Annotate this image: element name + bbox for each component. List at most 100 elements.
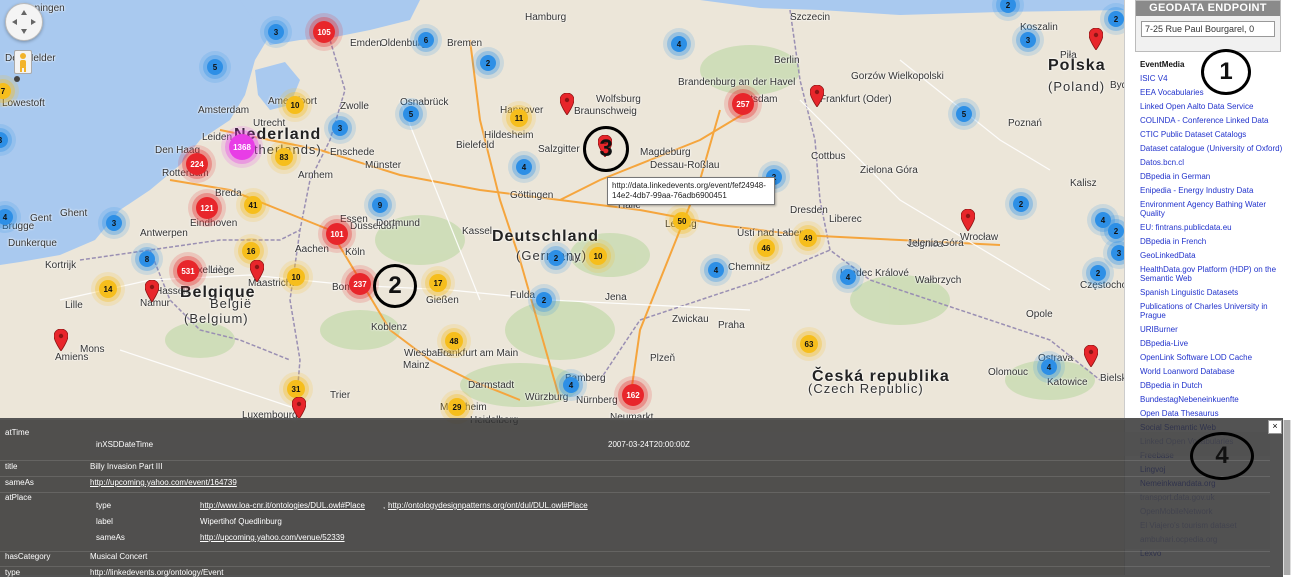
dataset-item[interactable]: EU: fintrans.publicdata.eu <box>1140 223 1290 232</box>
type-key: type <box>5 568 21 577</box>
place-type-link-2[interactable]: http://ontologydesignpatterns.org/ont/du… <box>388 501 588 510</box>
place-type-key: type <box>96 501 112 510</box>
marker-cluster-red[interactable]: 105 <box>313 21 335 43</box>
map-pin-icon[interactable] <box>559 92 575 120</box>
dataset-item[interactable]: Publications of Charles University in Pr… <box>1140 302 1290 320</box>
map-pin-icon[interactable] <box>249 259 265 287</box>
marker-cluster-red[interactable]: 224 <box>186 153 208 175</box>
dataset-item[interactable]: Datos.bcn.cl <box>1140 158 1290 167</box>
marker-cluster-blue[interactable]: 5 <box>207 59 223 75</box>
marker-cluster-yellow[interactable]: 48 <box>445 332 463 350</box>
marker-cluster-red[interactable]: 162 <box>622 384 644 406</box>
map-pin-icon[interactable] <box>144 279 160 307</box>
marker-cluster-blue[interactable]: 3 <box>332 120 348 136</box>
marker-cluster-magenta[interactable]: 1368 <box>229 134 255 160</box>
zoom-handle-icon[interactable] <box>14 76 20 82</box>
sameas-key: sameAs <box>5 478 34 487</box>
hascategory-value: Musical Concert <box>90 552 148 561</box>
marker-cluster-blue[interactable]: 3 <box>1111 245 1124 261</box>
dataset-item[interactable]: HealthData.gov Platform (HDP) on the Sem… <box>1140 265 1290 283</box>
marker-cluster-blue[interactable]: 4 <box>708 262 724 278</box>
marker-cluster-blue[interactable]: 3 <box>106 215 122 231</box>
dataset-item[interactable]: CTIC Public Dataset Catalogs <box>1140 130 1290 139</box>
details-close-button[interactable]: × <box>1268 420 1282 434</box>
marker-cluster-blue[interactable]: 2 <box>1090 265 1106 281</box>
geodata-endpoint-input[interactable] <box>1141 21 1275 37</box>
marker-cluster-yellow[interactable]: 83 <box>275 148 293 166</box>
place-type-link-1[interactable]: http://www.loa-cnr.it/ontologies/DUL.owl… <box>200 501 365 510</box>
dataset-item[interactable]: Enipedia - Energy Industry Data <box>1140 186 1290 195</box>
marker-cluster-yellow[interactable]: 29 <box>448 398 466 416</box>
map-pin-icon[interactable] <box>1083 344 1099 372</box>
map-pin-icon[interactable] <box>809 84 825 112</box>
event-details-panel: atTime inXSDDateTime 2007-03-24T20:00:00… <box>0 418 1283 577</box>
dataset-item[interactable]: Spanish Linguistic Datasets <box>1140 288 1290 297</box>
details-scrollbar[interactable] <box>1283 420 1291 575</box>
marker-cluster-blue[interactable]: 2 <box>1013 196 1029 212</box>
marker-cluster-blue[interactable]: 2 <box>1108 11 1124 27</box>
marker-cluster-red[interactable]: 237 <box>349 273 371 295</box>
marker-cluster-blue[interactable]: 2 <box>548 250 564 266</box>
marker-cluster-blue[interactable]: 4 <box>1041 359 1057 375</box>
dataset-item[interactable]: DBpedia in French <box>1140 237 1290 246</box>
dataset-item[interactable]: World Loanword Database <box>1140 367 1290 376</box>
marker-cluster-blue[interactable]: 6 <box>418 32 434 48</box>
marker-cluster-yellow[interactable]: 16 <box>242 242 260 260</box>
marker-cluster-blue[interactable]: 9 <box>372 197 388 213</box>
scrollbar-thumb[interactable] <box>1284 420 1290 575</box>
atplace-nested: type http://www.loa-cnr.it/ontologies/DU… <box>90 495 1270 549</box>
marker-cluster-yellow[interactable]: 14 <box>99 280 117 298</box>
marker-cluster-blue[interactable]: 5 <box>403 106 419 122</box>
marker-cluster-yellow[interactable]: 11 <box>510 109 528 127</box>
marker-cluster-blue[interactable]: 3 <box>1020 32 1036 48</box>
marker-cluster-yellow[interactable]: 17 <box>429 274 447 292</box>
dataset-item[interactable]: Open Data Thesaurus <box>1140 409 1290 418</box>
marker-cluster-blue[interactable]: 4 <box>516 159 532 175</box>
dataset-item[interactable]: URIBurner <box>1140 325 1290 334</box>
marker-cluster-red[interactable]: 121 <box>196 197 218 219</box>
title-value: Billy Invasion Part III <box>90 462 163 471</box>
marker-cluster-blue[interactable]: 5 <box>956 106 972 122</box>
map-pin-icon[interactable] <box>53 328 69 356</box>
attime-key: atTime <box>5 428 30 437</box>
dataset-item[interactable]: Environment Agency Bathing Water Quality <box>1140 200 1290 218</box>
map-pin-icon[interactable] <box>960 208 976 236</box>
annotation-4: 4 <box>1190 432 1254 480</box>
marker-cluster-yellow[interactable]: 10 <box>589 247 607 265</box>
marker-cluster-blue[interactable]: 4 <box>563 377 579 393</box>
dataset-item[interactable]: BundestagNebeneinkuenfte <box>1140 395 1290 404</box>
marker-cluster-yellow[interactable]: 50 <box>673 212 691 230</box>
dataset-item[interactable]: OpenLink Software LOD Cache <box>1140 353 1290 362</box>
dataset-item[interactable]: DBpedia in German <box>1140 172 1290 181</box>
dataset-item[interactable]: DBpedia-Live <box>1140 339 1290 348</box>
marker-cluster-red[interactable]: 257 <box>732 93 754 115</box>
marker-cluster-yellow[interactable]: 10 <box>287 268 305 286</box>
marker-cluster-yellow[interactable]: 31 <box>287 380 305 398</box>
marker-cluster-blue[interactable]: 8 <box>139 251 155 267</box>
marker-cluster-yellow[interactable]: 46 <box>757 239 775 257</box>
marker-cluster-blue[interactable]: 4 <box>671 36 687 52</box>
place-label-value: Wipertihof Quedlinburg <box>200 517 282 526</box>
marker-cluster-yellow[interactable]: 41 <box>244 196 262 214</box>
marker-cluster-yellow[interactable]: 49 <box>799 229 817 247</box>
dataset-item[interactable]: DBpedia in Dutch <box>1140 381 1290 390</box>
marker-cluster-blue[interactable]: 4 <box>1095 212 1111 228</box>
marker-cluster-red[interactable]: 531 <box>177 260 199 282</box>
dataset-item[interactable]: GeoLinkedData <box>1140 251 1290 260</box>
marker-cluster-blue[interactable]: 3 <box>268 24 284 40</box>
marker-cluster-blue[interactable]: 4 <box>840 269 856 285</box>
dataset-item[interactable]: Dataset catalogue (University of Oxford) <box>1140 144 1290 153</box>
sameas-link[interactable]: http://upcoming.yahoo.com/event/164739 <box>90 478 237 487</box>
marker-cluster-blue[interactable]: 2 <box>536 292 552 308</box>
marker-cluster-yellow[interactable]: 10 <box>286 96 304 114</box>
street-view-pegman-icon[interactable] <box>14 50 32 74</box>
map-pin-icon[interactable] <box>1088 27 1104 55</box>
marker-cluster-blue[interactable]: 2 <box>1108 223 1124 239</box>
dataset-item[interactable]: COLINDA - Conference Linked Data <box>1140 116 1290 125</box>
place-sameas-link[interactable]: http://upcoming.yahoo.com/venue/52339 <box>200 533 345 542</box>
marker-cluster-yellow[interactable]: 63 <box>800 335 818 353</box>
pan-control[interactable] <box>5 3 43 41</box>
dataset-item[interactable]: Linked Open Aalto Data Service <box>1140 102 1290 111</box>
marker-cluster-blue[interactable]: 2 <box>480 55 496 71</box>
marker-cluster-red[interactable]: 101 <box>326 223 348 245</box>
